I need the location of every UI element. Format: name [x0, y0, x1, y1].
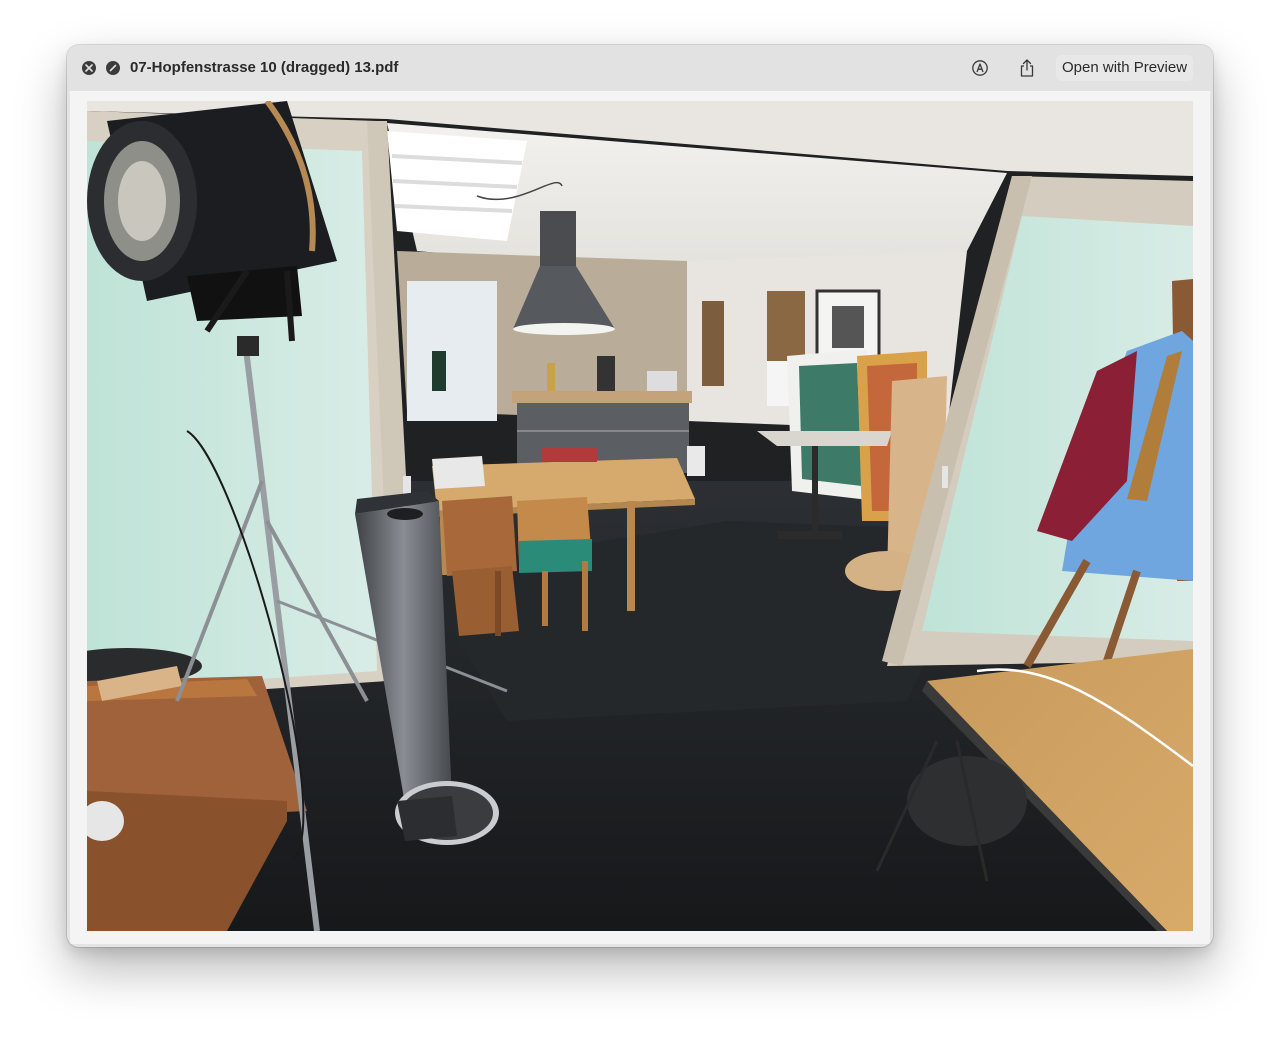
quicklook-window: 07-Hopfenstrasse 10 (dragged) 13.pdf Ope…: [67, 45, 1213, 947]
open-with-preview-button[interactable]: Open with Preview: [1056, 55, 1194, 81]
office-photo: [87, 101, 1193, 931]
document-page: [87, 101, 1193, 931]
markup-icon[interactable]: [969, 57, 991, 79]
preview-area: [70, 91, 1210, 944]
window-title: 07-Hopfenstrasse 10 (dragged) 13.pdf: [130, 59, 399, 76]
share-icon[interactable]: [1016, 57, 1038, 79]
title-bar: 07-Hopfenstrasse 10 (dragged) 13.pdf Ope…: [67, 45, 1213, 91]
fullscreen-icon[interactable]: [106, 61, 120, 75]
close-icon[interactable]: [82, 61, 96, 75]
